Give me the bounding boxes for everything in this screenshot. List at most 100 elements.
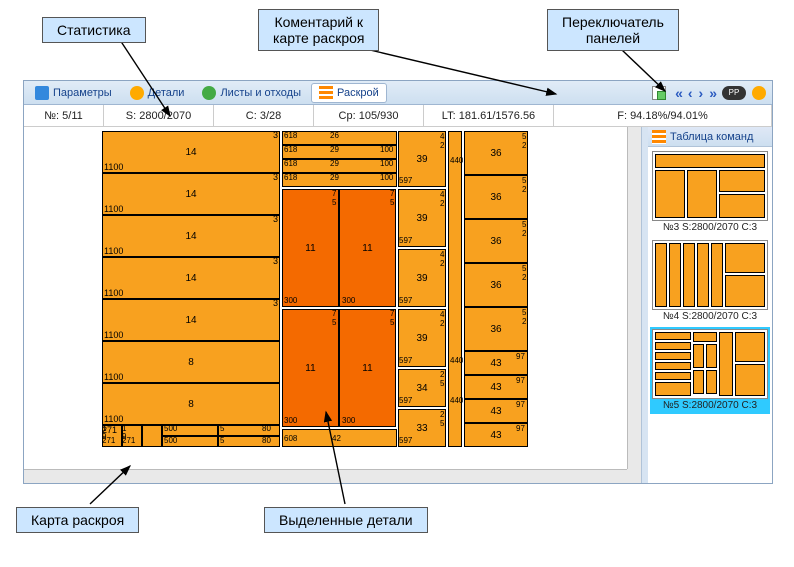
part-label: 11 xyxy=(305,243,315,254)
thumb-4[interactable]: №4 S:2800/2070 C:3 xyxy=(650,238,770,325)
thumbs-list: №3 S:2800/2070 C:3 №4 S:2800/2070 C:3 xyxy=(648,147,772,483)
dim-440: 440 xyxy=(450,157,463,165)
tab-params[interactable]: Параметры xyxy=(27,83,120,103)
part-36-2[interactable]: 36 xyxy=(464,175,528,219)
dim-597: 597 xyxy=(399,357,412,365)
thumb-3[interactable]: №3 S:2800/2070 C:3 xyxy=(650,149,770,236)
nav-next[interactable]: › xyxy=(696,86,707,100)
dim-2r: 2 xyxy=(522,274,526,282)
thumb-label: №4 S:2800/2070 C:3 xyxy=(652,310,768,323)
dim-5r: 5 xyxy=(522,309,526,317)
settings-icon[interactable] xyxy=(752,86,766,100)
part-11-sel-2[interactable]: 11 xyxy=(339,189,396,307)
panel-header-commands[interactable]: Таблица команд xyxy=(648,127,772,147)
globe-icon xyxy=(202,86,216,100)
part-label: 43 xyxy=(490,358,501,369)
tab-sheets-label: Листы и отходы xyxy=(220,87,301,99)
callout-comment: Коментарий к карте раскроя xyxy=(258,9,379,51)
part-14-4[interactable]: 14 xyxy=(102,257,280,299)
part-label: 43 xyxy=(490,430,501,441)
dim-2: 2 xyxy=(440,320,444,328)
tab-sheets[interactable]: Листы и отходы xyxy=(194,83,309,103)
nav-last[interactable]: » xyxy=(706,86,719,100)
dim-2: 2 xyxy=(440,260,444,268)
stat-n: №: 5/11 xyxy=(24,105,104,126)
dim-597: 597 xyxy=(399,437,412,445)
dim-7: 7 xyxy=(390,310,394,318)
stat-s: S: 2800/2070 xyxy=(104,105,214,126)
cut-viewer[interactable]: 14 14 14 14 14 8 8 1100 1100 1100 1100 1… xyxy=(24,127,642,483)
dim-3v: 3 xyxy=(273,257,278,266)
stat-cp: Cp: 105/930 xyxy=(314,105,424,126)
grid-icon xyxy=(319,86,333,100)
part-label: 36 xyxy=(490,280,501,291)
part-label: 36 xyxy=(490,192,501,203)
dim-97: 97 xyxy=(516,353,525,361)
lbl-29: 29 xyxy=(330,146,339,154)
part-14-5[interactable]: 14 xyxy=(102,299,280,341)
part-36-1[interactable]: 36 xyxy=(464,131,528,175)
part-14-1[interactable]: 14 xyxy=(102,131,280,173)
part-label: 14 xyxy=(185,189,196,200)
dim-5: 5 xyxy=(390,199,394,207)
gear-icon xyxy=(130,86,144,100)
dim-5r: 5 xyxy=(522,177,526,185)
part-36-5[interactable]: 36 xyxy=(464,307,528,351)
part-label: 36 xyxy=(490,148,501,159)
h-scrollbar[interactable] xyxy=(24,469,627,483)
dim-300: 300 xyxy=(284,297,297,305)
part-19-3[interactable] xyxy=(142,425,162,447)
part-label: 8 xyxy=(188,357,194,368)
v-scrollbar[interactable] xyxy=(627,127,641,469)
part-label: 39 xyxy=(416,213,427,224)
callout-selected: Выделенные детали xyxy=(264,507,428,533)
panel-switch[interactable]: PP xyxy=(722,86,746,100)
dim-597: 597 xyxy=(399,297,412,305)
part-36-4[interactable]: 36 xyxy=(464,263,528,307)
part-14-3[interactable]: 14 xyxy=(102,215,280,257)
dim-80: 80 xyxy=(262,425,271,433)
tab-cut[interactable]: Раскрой xyxy=(311,83,387,103)
dim-597: 597 xyxy=(399,177,412,185)
toolbar: Параметры Детали Листы и отходы Раскрой … xyxy=(24,81,772,105)
part-label: 43 xyxy=(490,406,501,417)
part-label: 34 xyxy=(416,383,427,394)
callout-map: Карта раскроя xyxy=(16,507,139,533)
dim-3v: 3 xyxy=(273,131,278,140)
dim-5: 5 xyxy=(440,380,444,388)
dim-5: 5 xyxy=(390,319,394,327)
dim-5: 5 xyxy=(220,425,224,433)
part-label: 14 xyxy=(185,273,196,284)
note-icon[interactable] xyxy=(652,86,666,100)
dim-7: 7 xyxy=(332,190,336,198)
tab-details-label: Детали xyxy=(148,87,185,99)
dim-618: 618 xyxy=(284,146,297,154)
dim-618: 618 xyxy=(284,174,297,182)
part-label: 33 xyxy=(416,423,427,434)
dim-7: 7 xyxy=(332,310,336,318)
dim-2r: 2 xyxy=(522,142,526,150)
dim-3v: 3 xyxy=(273,173,278,182)
part-8-1[interactable]: 8 xyxy=(102,341,280,383)
dim-300: 300 xyxy=(342,297,355,305)
tab-cut-label: Раскрой xyxy=(337,87,379,99)
part-26[interactable] xyxy=(282,131,397,145)
part-11-sel-4[interactable]: 11 xyxy=(339,309,396,427)
dim-1100: 1100 xyxy=(104,373,123,382)
part-14-2[interactable]: 14 xyxy=(102,173,280,215)
part-label: 39 xyxy=(416,154,427,165)
part-label: 36 xyxy=(490,236,501,247)
part-8-2[interactable]: 8 xyxy=(102,383,280,425)
tab-details[interactable]: Детали xyxy=(122,83,193,103)
nav-first[interactable]: « xyxy=(672,86,685,100)
part-11-sel-3[interactable]: 11 xyxy=(282,309,339,427)
sb-corner xyxy=(627,469,641,483)
lbl-42: 42 xyxy=(332,435,341,443)
nav-prev[interactable]: ‹ xyxy=(685,86,696,100)
dim-1100: 1100 xyxy=(104,163,123,172)
callout-stats: Статистика xyxy=(42,17,146,43)
part-11-sel-1[interactable]: 11 xyxy=(282,189,339,307)
thumb-5[interactable]: №5 S:2800/2070 C:3 xyxy=(650,327,770,414)
part-label: 43 xyxy=(490,382,501,393)
part-36-3[interactable]: 36 xyxy=(464,219,528,263)
